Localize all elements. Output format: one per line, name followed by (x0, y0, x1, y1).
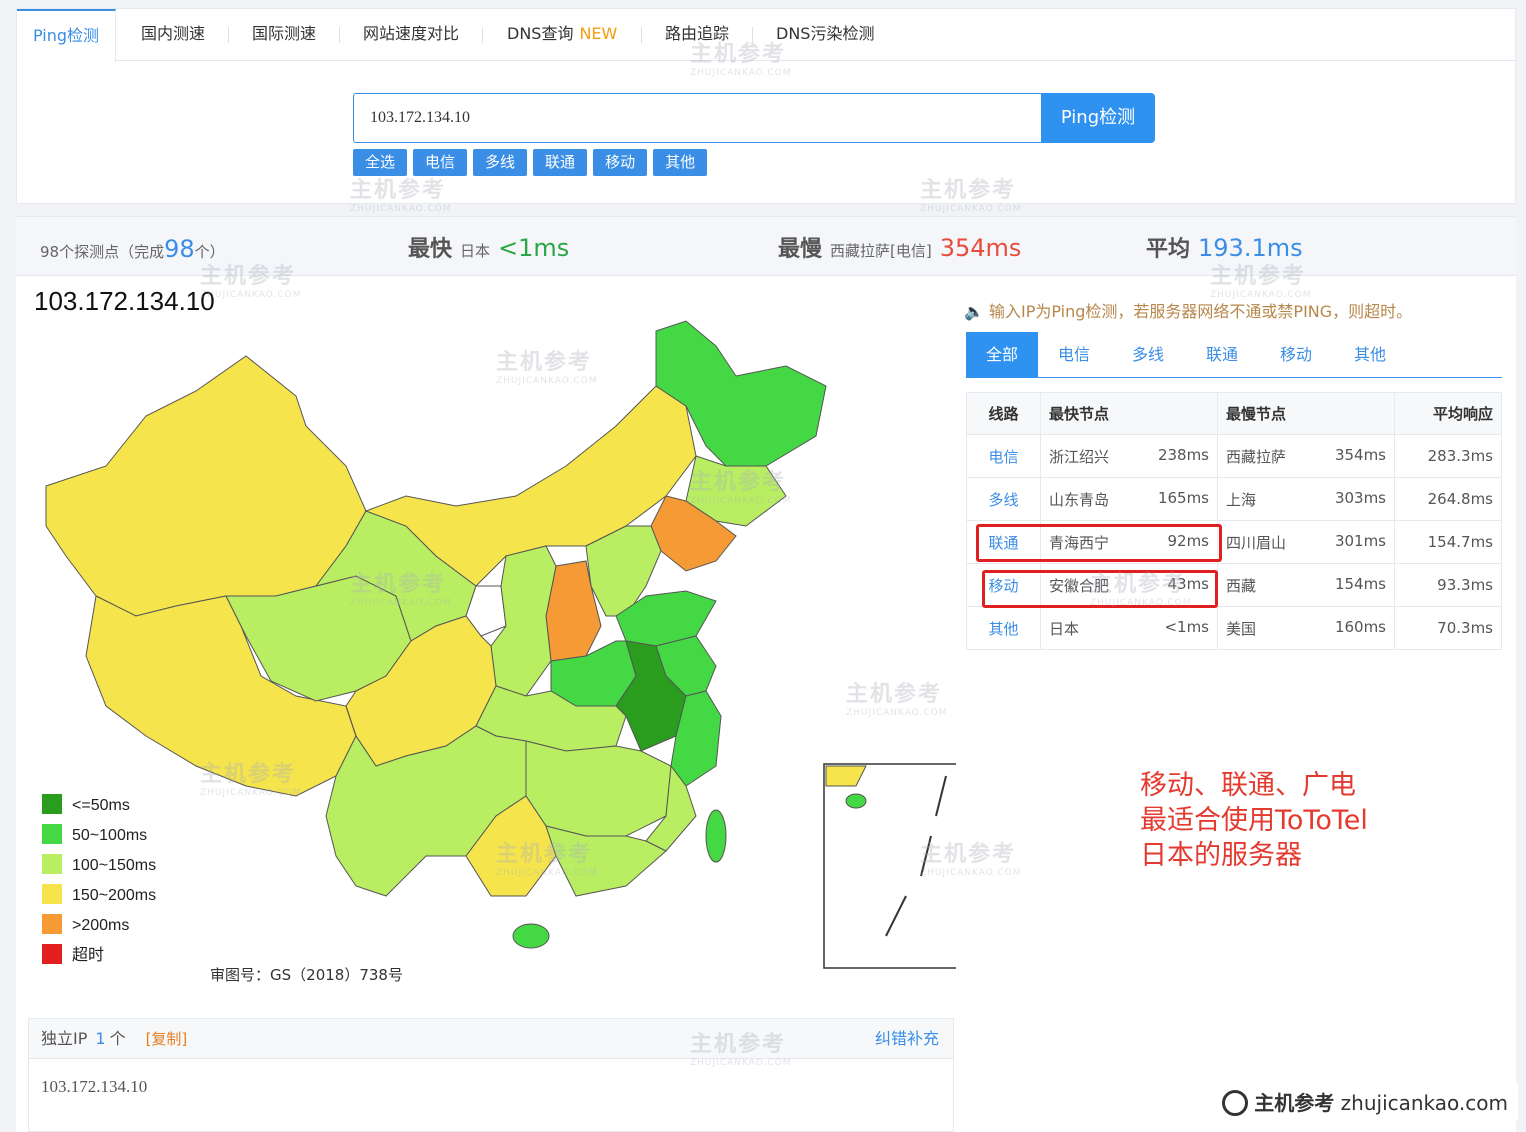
unique-ip-header: 独立IP 1 个 [复制] 纠错补充 (29, 1019, 953, 1059)
tab-divider (339, 27, 340, 43)
fastest-cell: 山东青岛 165ms (1040, 477, 1218, 521)
map-approval-number: 审图号：GS（2018）738号 (210, 966, 403, 984)
legend-item: 100~150ms (42, 854, 156, 884)
fastest-cell: 日本 <1ms (1040, 606, 1218, 650)
nav-tabs: Ping检测 国内测速 国际测速 网站速度对比 DNS查询 NEW 路由追踪 DN… (17, 9, 1515, 62)
filter-telecom[interactable]: 电信 (413, 149, 468, 176)
slowest-stat: 最慢 西藏拉萨[电信] 354ms (778, 234, 1022, 262)
inset-hainan (845, 793, 867, 809)
brand-logo-icon (1222, 1090, 1249, 1116)
region-hunan-jiangxi (525, 740, 672, 837)
average-cell: 154.7ms (1394, 520, 1502, 564)
region-guangdong (545, 825, 667, 897)
slowest-cell: 四川眉山 301ms (1217, 520, 1395, 564)
result-tab-telecom[interactable]: 电信 (1058, 332, 1090, 378)
col-slowest: 最慢节点 (1217, 392, 1395, 435)
legend-swatch (42, 794, 62, 814)
speaker-icon: 🔈 (964, 302, 984, 321)
south-china-sea-inset (823, 763, 956, 969)
table-row: 其他 日本 <1ms 美国 160ms 70.3ms (966, 606, 1502, 650)
tab-traceroute[interactable]: 路由追踪 (665, 9, 729, 61)
map-legend: <=50ms 50~100ms 100~150ms 150~200ms >200… (42, 794, 156, 974)
tab-divider (482, 27, 483, 43)
row-line-link[interactable]: 多线 (966, 477, 1041, 521)
fastest-stat: 最快 日本 <1ms (408, 234, 570, 262)
tab-domestic-speed[interactable]: 国内测速 (141, 9, 205, 61)
site-brand: 主机参考 zhujicankao.com (1212, 1083, 1518, 1120)
row-line-link[interactable]: 电信 (966, 434, 1041, 478)
ip-list-item: 103.172.134.10 (41, 1077, 148, 1096)
average-cell: 93.3ms (1394, 563, 1502, 607)
isp-filter-group: 全选 电信 多线 联通 移动 其他 (353, 149, 713, 177)
legend-swatch (42, 884, 62, 904)
tab-ping[interactable]: Ping检测 (17, 9, 117, 62)
ping-notice: 🔈 输入IP为Ping检测，若服务器网络不通或禁PING，则超时。 (964, 302, 1413, 321)
region-taiwan (705, 809, 727, 863)
legend-swatch (42, 854, 62, 874)
filter-unicom[interactable]: 联通 (533, 149, 588, 176)
highlight-unicom-box (976, 524, 1222, 562)
result-tab-all[interactable]: 全部 (966, 332, 1038, 378)
fastest-cell: 浙江绍兴 238ms (1040, 434, 1218, 478)
filter-mobile[interactable]: 移动 (593, 149, 648, 176)
slowest-cell: 美国 160ms (1217, 606, 1395, 650)
tab-divider (641, 27, 642, 43)
average-cell: 70.3ms (1394, 606, 1502, 650)
table-row: 多线 山东青岛 165ms 上海 303ms 264.8ms (966, 477, 1502, 521)
result-tabs: 全部 电信 多线 联通 移动 其他 (966, 332, 1502, 378)
highlight-mobile-box (982, 570, 1218, 608)
average-cell: 283.3ms (1394, 434, 1502, 478)
tab-dns-query[interactable]: DNS查询 NEW (507, 9, 617, 61)
filter-all[interactable]: 全选 (353, 149, 408, 176)
result-tab-multiline[interactable]: 多线 (1132, 332, 1164, 378)
china-latency-map (45, 320, 956, 969)
tab-divider (228, 27, 229, 43)
correction-link[interactable]: 纠错补充 (875, 1019, 939, 1059)
table-row: 电信 浙江绍兴 238ms 西藏拉萨 354ms 283.3ms (966, 434, 1502, 478)
ping-tool-panel: Ping检测 国内测速 国际测速 网站速度对比 DNS查询 NEW 路由追踪 DN… (16, 8, 1516, 204)
summary-stats: 98个探测点（完成98个） 最快 日本 <1ms 最慢 西藏拉萨[电信] 354ms 平… (16, 216, 1516, 276)
tab-intl-speed[interactable]: 国际测速 (252, 9, 316, 61)
copy-link[interactable]: [复制] (146, 1030, 188, 1048)
slowest-cell: 西藏拉萨 354ms (1217, 434, 1395, 478)
result-tab-other[interactable]: 其他 (1354, 332, 1386, 378)
node-count: 98个探测点（完成98个） (40, 235, 225, 263)
result-tab-mobile[interactable]: 移动 (1280, 332, 1312, 378)
legend-swatch (42, 824, 62, 844)
legend-item: <=50ms (42, 794, 156, 824)
col-line: 线路 (966, 392, 1041, 435)
tab-divider (752, 27, 753, 43)
average-cell: 264.8ms (1394, 477, 1502, 521)
host-input[interactable]: 103.172.134.10 (353, 93, 1043, 143)
legend-item: 超时 (42, 944, 156, 974)
tab-site-compare[interactable]: 网站速度对比 (363, 9, 459, 61)
region-xinjiang (45, 355, 367, 617)
slowest-cell: 西藏 154ms (1217, 563, 1395, 607)
legend-swatch (42, 914, 62, 934)
filter-multiline[interactable]: 多线 (473, 149, 528, 176)
results-area: 103.172.134.10 <=50ms 50~100ms 100~150ms… (16, 276, 1516, 1132)
result-tab-unicom[interactable]: 联通 (1206, 332, 1238, 378)
filter-other[interactable]: 其他 (653, 149, 708, 176)
legend-swatch (42, 944, 62, 964)
tab-dns-pollution[interactable]: DNS污染检测 (776, 9, 874, 61)
legend-item: >200ms (42, 914, 156, 944)
new-badge: NEW (579, 24, 618, 43)
annotation-note: 移动、联通、广电 最适合使用ToToTel 日本的服务器 (1140, 770, 1368, 871)
isp-results-table: 线路 最快节点 最慢节点 平均响应 电信 浙江绍兴 238ms 西藏拉萨 354ms… (966, 392, 1502, 650)
average-stat: 平均 193.1ms (1146, 234, 1303, 262)
col-average: 平均响应 (1394, 392, 1502, 435)
slowest-cell: 上海 303ms (1217, 477, 1395, 521)
region-hainan (512, 923, 550, 949)
col-fastest: 最快节点 (1040, 392, 1218, 435)
legend-item: 50~100ms (42, 824, 156, 854)
row-line-link[interactable]: 其他 (966, 606, 1041, 650)
table-header-row: 线路 最快节点 最慢节点 平均响应 (966, 392, 1502, 435)
legend-item: 150~200ms (42, 884, 156, 914)
unique-ip-panel: 独立IP 1 个 [复制] 纠错补充 103.172.134.10 (28, 1018, 954, 1132)
ping-submit-button[interactable]: Ping检测 (1041, 93, 1155, 143)
